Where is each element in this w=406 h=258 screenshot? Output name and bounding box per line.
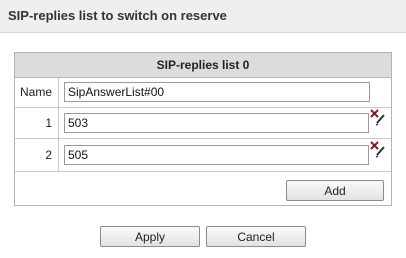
reply-code-input[interactable]	[64, 145, 369, 165]
cancel-button[interactable]: Cancel	[206, 226, 306, 247]
add-button[interactable]: Add	[286, 180, 384, 201]
panel-footer: Add	[15, 172, 391, 205]
delete-edit-icon[interactable]	[369, 108, 387, 126]
delete-edit-icon[interactable]	[369, 140, 387, 158]
table-row: 1	[15, 108, 391, 139]
name-input[interactable]	[64, 82, 370, 102]
sip-replies-panel: SIP-replies list 0 Name 1 2 Add	[14, 52, 392, 206]
row-index: 2	[15, 139, 59, 171]
apply-button[interactable]: Apply	[100, 226, 200, 247]
reply-code-input[interactable]	[64, 113, 369, 133]
table-row: 2	[15, 139, 391, 172]
name-row: Name	[15, 77, 391, 108]
name-label: Name	[15, 77, 59, 107]
panel-header: SIP-replies list 0	[15, 53, 391, 78]
dialog-title-bar: SIP-replies list to switch on reserve	[0, 0, 406, 33]
dialog-title: SIP-replies list to switch on reserve	[8, 8, 227, 23]
row-index: 1	[15, 108, 59, 138]
